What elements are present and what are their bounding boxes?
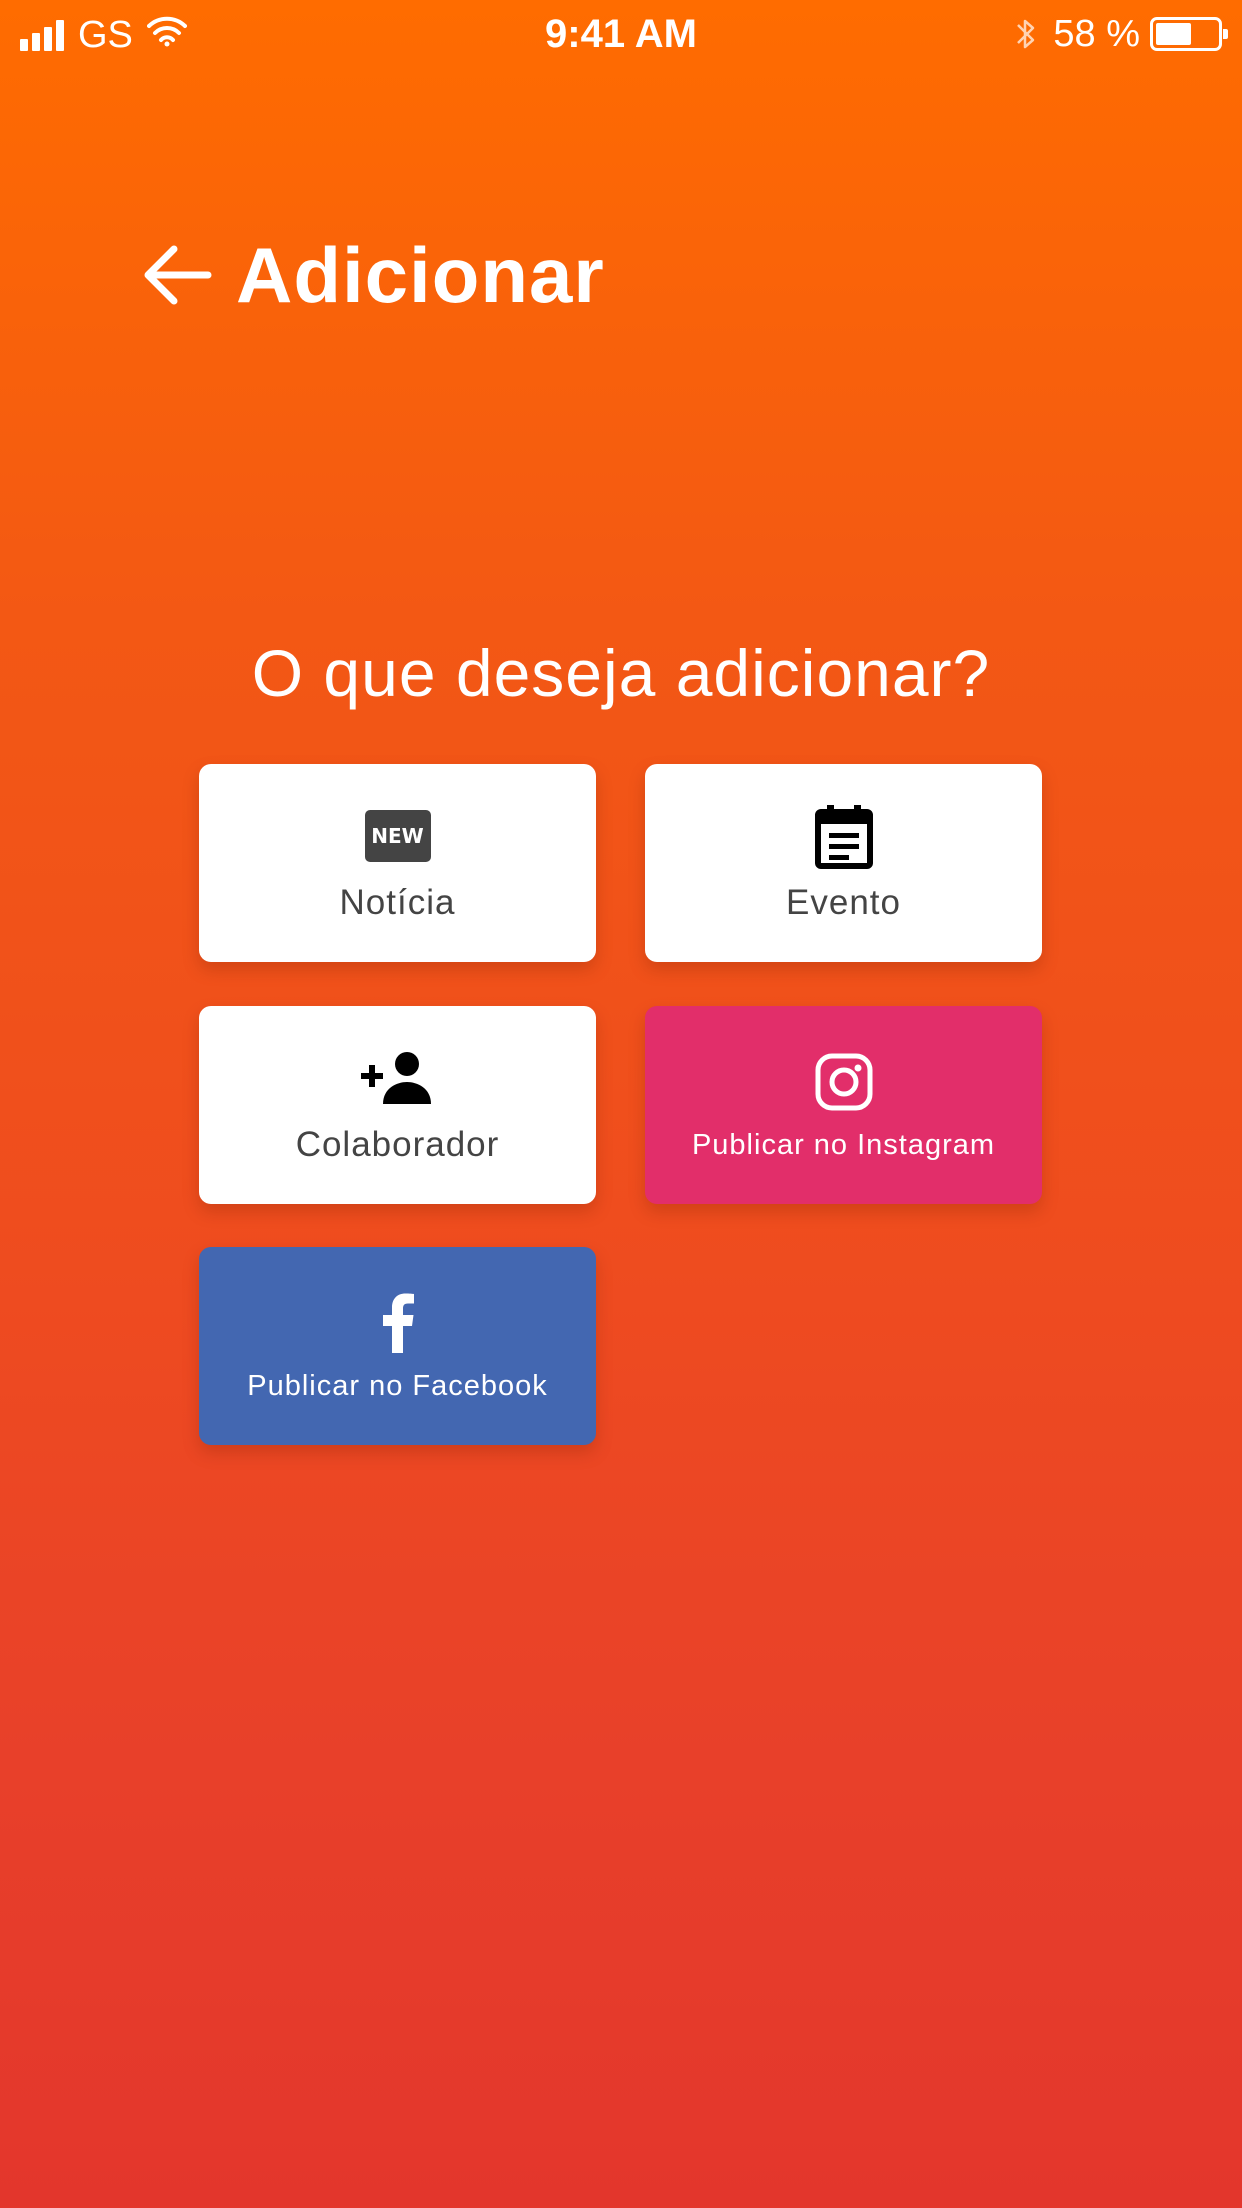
question-heading: O que deseja adicionar? (251, 636, 991, 710)
page-title: Adicionar (236, 230, 605, 319)
header: Adicionar (138, 230, 605, 320)
status-right: 58 % (1015, 12, 1228, 56)
publish-facebook-label: Publicar no Facebook (247, 1369, 548, 1402)
instagram-icon (815, 1049, 873, 1115)
add-collaborator-button[interactable]: Colaborador (199, 1006, 596, 1204)
battery-cap (1223, 29, 1228, 39)
publish-instagram-label: Publicar no Instagram (691, 1128, 996, 1161)
add-collaborator-label: Colaborador (295, 1125, 500, 1164)
publish-facebook-button[interactable]: Publicar no Facebook (199, 1247, 596, 1445)
add-event-label: Evento (786, 883, 901, 922)
person-add-icon (359, 1045, 437, 1111)
publish-instagram-button[interactable]: Publicar no Instagram (645, 1006, 1042, 1204)
new-badge-icon: NEW (364, 803, 431, 869)
add-news-label: Notícia (339, 883, 456, 922)
status-bar: GS 9:41 AM 58 % (0, 0, 1242, 70)
battery-fill (1156, 23, 1191, 45)
calendar-event-icon (814, 803, 874, 869)
bluetooth-icon (1015, 16, 1037, 52)
arrow-left-icon[interactable] (138, 237, 214, 313)
screen: GS 9:41 AM 58 % Adicionar O que deseja a… (0, 0, 1242, 2208)
facebook-icon (381, 1290, 415, 1356)
add-news-button[interactable]: NEW Notícia (199, 764, 596, 962)
add-event-button[interactable]: Evento (645, 764, 1042, 962)
battery-percent: 58 % (1053, 12, 1140, 55)
battery-icon (1150, 17, 1228, 51)
